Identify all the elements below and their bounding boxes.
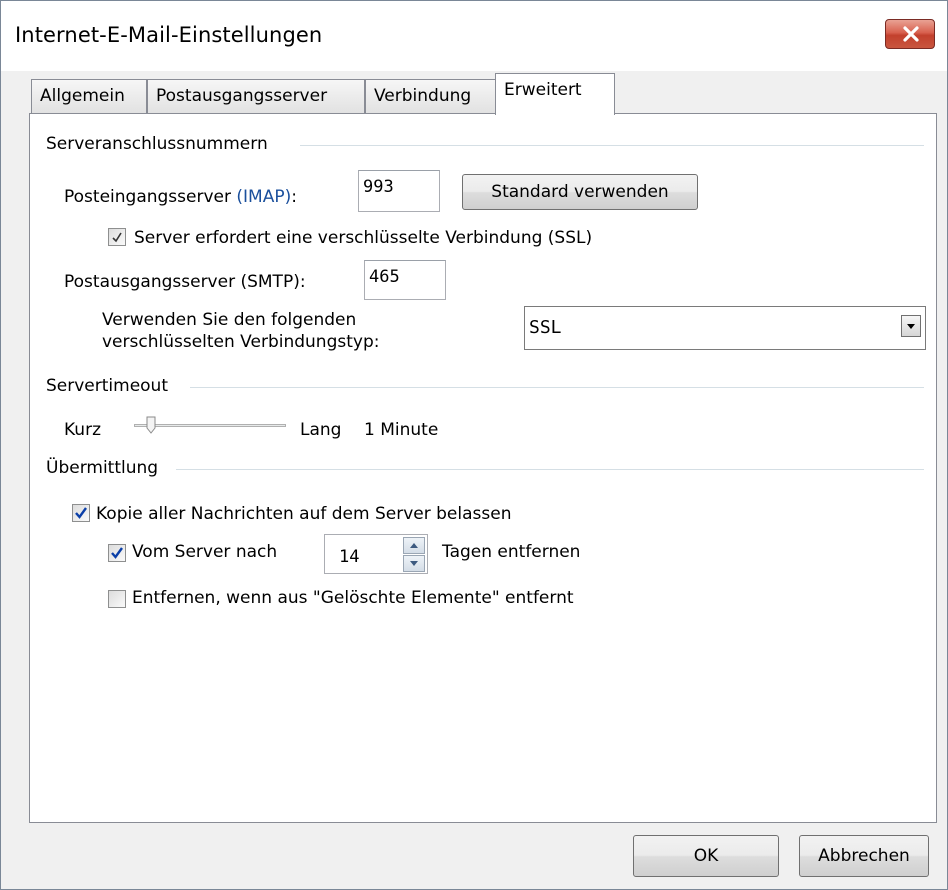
days-suffix-label: Tagen entfernen: [442, 542, 581, 562]
tab-verbindung[interactable]: Verbindung: [365, 79, 497, 113]
section-divider: [176, 469, 924, 470]
remove-after-checkbox[interactable]: [108, 544, 126, 562]
ssl-required-label: Server erfordert eine verschlüsselte Ver…: [134, 228, 593, 248]
arrow-up-icon: [410, 543, 418, 548]
remove-deleted-checkbox[interactable]: [108, 590, 126, 608]
outgoing-port-value: 465: [369, 267, 400, 287]
section-divider: [300, 145, 924, 146]
section-divider: [190, 387, 924, 388]
remove-after-label: Vom Server nach: [132, 542, 278, 562]
checkmark-icon: [111, 547, 123, 559]
checkmark-icon: [112, 232, 122, 243]
tab-label: Erweitert: [504, 80, 582, 100]
tab-panel-erweitert: Serveranschlussnummern Posteingangsserve…: [29, 113, 937, 823]
outgoing-server-label: Postausgangsserver (SMTP):: [64, 272, 306, 292]
cancel-button[interactable]: Abbrechen: [799, 835, 929, 877]
spin-down-button[interactable]: [403, 555, 425, 572]
dialog-window: Internet-E-Mail-Einstellungen Allgemein …: [0, 0, 948, 890]
window-title: Internet-E-Mail-Einstellungen: [15, 23, 323, 47]
keep-copy-checkbox[interactable]: [72, 504, 90, 522]
timeout-slider[interactable]: [134, 414, 286, 438]
days-value: 14: [339, 547, 360, 567]
chevron-down-icon: [907, 324, 915, 329]
encryption-type-label-line1: Verwenden Sie den folgenden: [102, 310, 357, 330]
section-title-ports: Serveranschlussnummern: [46, 134, 268, 154]
slider-thumb[interactable]: [146, 416, 156, 434]
timeout-value: 1 Minute: [364, 420, 439, 440]
incoming-server-label: Posteingangsserver (IMAP):: [64, 187, 297, 207]
spin-up-button[interactable]: [403, 537, 425, 554]
incoming-port-value: 993: [363, 177, 394, 197]
keep-copy-label: Kopie aller Nachrichten auf dem Server b…: [96, 504, 512, 524]
timeout-short-label: Kurz: [64, 420, 101, 440]
cancel-button-label: Abbrechen: [818, 846, 910, 866]
tab-label: Verbindung: [374, 86, 472, 106]
slider-track: [134, 424, 286, 427]
tab-erweitert[interactable]: Erweitert: [495, 73, 615, 115]
encryption-type-select[interactable]: SSL: [524, 306, 926, 350]
checkmark-icon: [75, 507, 87, 519]
arrow-down-icon: [410, 561, 418, 566]
ok-button-label: OK: [693, 846, 719, 866]
section-title-timeout: Servertimeout: [46, 376, 168, 396]
timeout-long-label: Lang: [300, 420, 342, 440]
close-button[interactable]: [885, 19, 935, 49]
section-title-delivery: Übermittlung: [46, 458, 159, 478]
outgoing-port-input[interactable]: 465: [364, 260, 446, 300]
encryption-type-value: SSL: [529, 317, 562, 338]
use-default-button-label: Standard verwenden: [491, 182, 669, 202]
days-spinner[interactable]: 14: [324, 534, 428, 574]
incoming-port-input[interactable]: 993: [358, 170, 440, 212]
ssl-required-checkbox[interactable]: [108, 228, 126, 246]
encryption-type-label-line2: verschlüsselten Verbindungstyp:: [102, 332, 380, 352]
tab-postausgangsserver[interactable]: Postausgangsserver: [147, 79, 365, 113]
remove-deleted-label: Entfernen, wenn aus "Gelöschte Elemente"…: [132, 588, 574, 608]
tab-label: Postausgangsserver: [156, 86, 328, 106]
use-default-button[interactable]: Standard verwenden: [462, 174, 698, 210]
dropdown-button[interactable]: [901, 315, 921, 337]
ok-button[interactable]: OK: [633, 835, 779, 877]
tab-allgemein[interactable]: Allgemein: [31, 79, 147, 113]
title-bar: Internet-E-Mail-Einstellungen: [1, 1, 947, 71]
close-icon: [903, 26, 919, 42]
tab-label: Allgemein: [40, 86, 125, 106]
